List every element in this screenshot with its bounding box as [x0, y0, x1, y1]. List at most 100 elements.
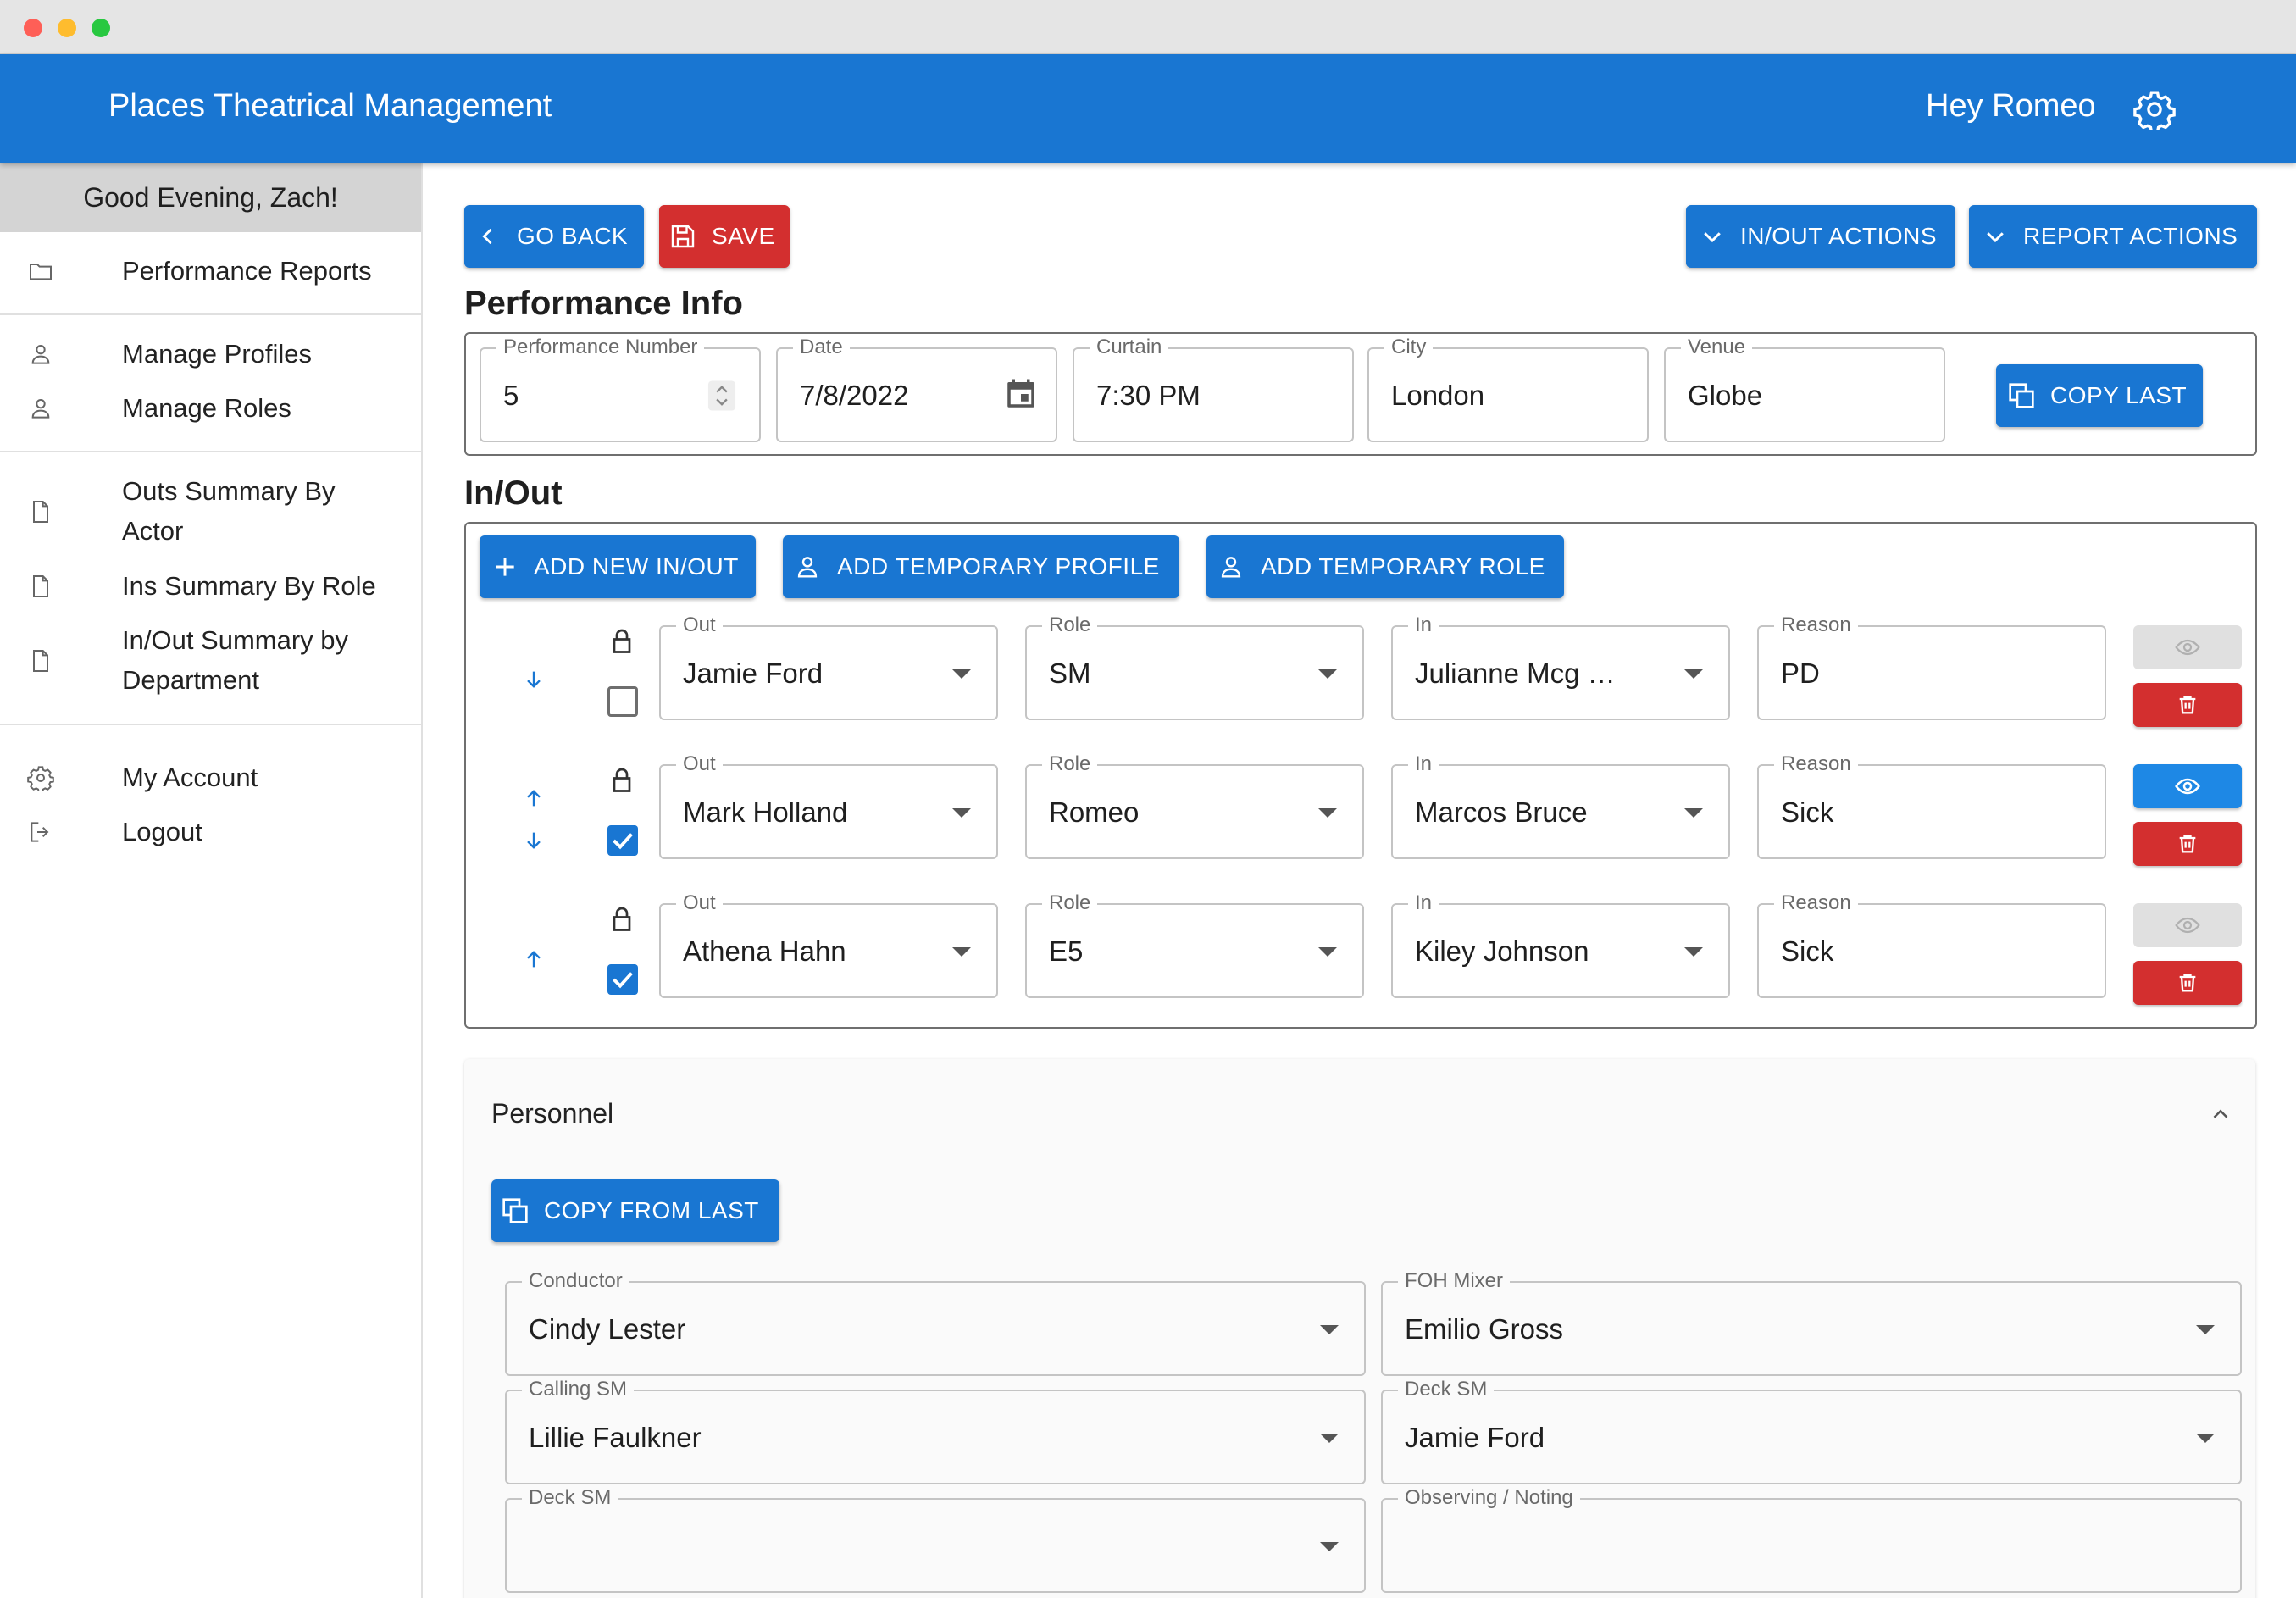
city-field[interactable]: City London	[1367, 336, 1649, 442]
move-up-arrow-icon[interactable]	[522, 947, 546, 971]
row-checkbox[interactable]	[607, 964, 638, 995]
save-button[interactable]: SAVE	[659, 205, 790, 268]
date-field[interactable]: Date 7/8/2022	[776, 336, 1057, 442]
field-label: Curtain	[1090, 336, 1169, 359]
reason-field[interactable]: Reason PD	[1757, 613, 2106, 720]
calling-sm-select[interactable]: Calling SM Lillie Faulkner	[505, 1378, 1366, 1484]
maximize-window-button[interactable]	[92, 19, 110, 37]
sidebar-item-manage-roles[interactable]: Manage Roles	[0, 388, 421, 429]
performance-number-field[interactable]: Performance Number 5	[480, 336, 761, 442]
add-temporary-role-button[interactable]: ADD TEMPORARY ROLE	[1206, 535, 1564, 598]
curtain-value: 7:30 PM	[1096, 380, 1201, 411]
eye-icon	[2175, 639, 2200, 656]
deck-sm-2-select[interactable]: Deck SM	[505, 1486, 1366, 1593]
sidebar-item-label: In/Out Summary by Department	[122, 625, 349, 695]
delete-button[interactable]	[2133, 822, 2242, 866]
in-select[interactable]: In Kiley Johnson	[1391, 891, 1730, 998]
save-label: SAVE	[712, 223, 775, 249]
in-select[interactable]: In Marcos Bruce	[1391, 752, 1730, 859]
calendar-icon[interactable]	[1003, 376, 1039, 412]
observing-noting-field[interactable]: Observing / Noting	[1381, 1486, 2242, 1593]
reason-field[interactable]: Reason Sick	[1757, 891, 2106, 998]
out-select[interactable]: Out Mark Holland	[659, 752, 998, 859]
dropdown-arrow-icon	[1320, 1542, 1339, 1551]
dropdown-arrow-icon	[2196, 1434, 2215, 1443]
dropdown-arrow-icon	[1320, 1325, 1339, 1334]
minimize-window-button[interactable]	[58, 19, 76, 37]
out-select[interactable]: Out Jamie Ford	[659, 613, 998, 720]
chevron-left-icon	[482, 228, 492, 245]
app-window: Places Theatrical Management Hey Romeo G…	[0, 0, 2296, 1598]
sidebar-item-performance-reports[interactable]: Performance Reports	[0, 251, 421, 291]
role-select[interactable]: Role E5	[1025, 891, 1364, 998]
plus-icon	[496, 558, 514, 576]
reason-field[interactable]: Reason Sick	[1757, 752, 2106, 859]
move-down-arrow-icon[interactable]	[522, 829, 546, 852]
lock-icon[interactable]	[607, 764, 637, 795]
sidebar-item-ins-summary[interactable]: Ins Summary By Role	[0, 566, 421, 607]
field-label: Out	[676, 613, 723, 637]
role-select[interactable]: Role Romeo	[1025, 752, 1364, 859]
sidebar-item-label: Manage Roles	[122, 393, 291, 423]
sidebar-item-outs-summary[interactable]: Outs Summary By Actor	[0, 471, 421, 552]
sidebar: Good Evening, Zach! Performance Reports …	[0, 163, 423, 1598]
dropdown-arrow-icon	[1318, 808, 1337, 818]
field-label: Deck SM	[1398, 1378, 1495, 1401]
sidebar-item-label: Manage Profiles	[122, 339, 313, 369]
report-actions-label: REPORT ACTIONS	[2023, 223, 2238, 249]
sidebar-divider	[0, 313, 421, 315]
conductor-select[interactable]: Conductor Cindy Lester	[505, 1269, 1366, 1376]
role-value: Romeo	[1049, 796, 1140, 828]
add-temporary-profile-button[interactable]: ADD TEMPORARY PROFILE	[783, 535, 1179, 598]
view-button[interactable]	[2133, 903, 2242, 947]
field-label: City	[1384, 336, 1434, 359]
dropdown-arrow-icon	[1684, 808, 1703, 818]
view-button[interactable]	[2133, 625, 2242, 669]
role-select[interactable]: Role SM	[1025, 613, 1364, 720]
lock-icon[interactable]	[607, 903, 637, 934]
sidebar-item-label: Outs Summary By Actor	[122, 476, 336, 546]
deck-sm-select[interactable]: Deck SM Jamie Ford	[1381, 1378, 2242, 1484]
inout-title: In/Out	[464, 474, 563, 512]
dropdown-arrow-icon	[952, 669, 971, 679]
copy-last-button[interactable]: COPY LAST	[1996, 364, 2203, 427]
add-new-inout-button[interactable]: ADD NEW IN/OUT	[480, 535, 756, 598]
field-label: Performance Number	[496, 336, 705, 359]
delete-button[interactable]	[2133, 961, 2242, 1005]
move-down-arrow-icon[interactable]	[522, 668, 546, 691]
curtain-field[interactable]: Curtain 7:30 PM	[1073, 336, 1354, 442]
sidebar-item-inout-summary[interactable]: In/Out Summary by Department	[0, 620, 421, 702]
field-label: FOH Mixer	[1398, 1269, 1510, 1293]
lock-icon[interactable]	[607, 625, 637, 656]
sidebar-item-logout[interactable]: Logout	[0, 812, 421, 852]
sidebar-item-my-account[interactable]: My Account	[0, 757, 421, 798]
chevron-up-icon[interactable]	[2208, 1101, 2233, 1127]
sidebar-item-manage-profiles[interactable]: Manage Profiles	[0, 334, 421, 375]
number-stepper-icon[interactable]	[707, 380, 737, 412]
field-label: Role	[1042, 891, 1098, 915]
go-back-label: GO BACK	[517, 223, 629, 249]
foh-mixer-select[interactable]: FOH Mixer Emilio Gross	[1381, 1269, 2242, 1376]
trash-icon	[2179, 696, 2196, 714]
close-window-button[interactable]	[24, 19, 42, 37]
report-actions-button[interactable]: REPORT ACTIONS	[1969, 205, 2257, 268]
row-checkbox[interactable]	[607, 686, 638, 717]
settings-gear-icon[interactable]	[2133, 88, 2176, 130]
in-select[interactable]: In Julianne Mcg …	[1391, 613, 1730, 720]
calling-sm-value: Lillie Faulkner	[529, 1422, 702, 1453]
eye-icon	[2175, 917, 2200, 934]
copy-from-last-button[interactable]: COPY FROM LAST	[491, 1179, 779, 1242]
venue-field[interactable]: Venue Globe	[1664, 336, 1945, 442]
out-select[interactable]: Out Athena Hahn	[659, 891, 998, 998]
document-icon	[33, 501, 48, 523]
view-button[interactable]	[2133, 764, 2242, 808]
go-back-button[interactable]: GO BACK	[464, 205, 644, 268]
save-icon	[671, 225, 695, 248]
row-checkbox[interactable]	[607, 825, 638, 856]
deck-sm-value: Jamie Ford	[1405, 1422, 1545, 1453]
move-up-arrow-icon[interactable]	[522, 786, 546, 810]
personnel-title[interactable]: Personnel	[491, 1098, 613, 1129]
sidebar-divider	[0, 724, 421, 725]
delete-button[interactable]	[2133, 683, 2242, 727]
inout-actions-button[interactable]: IN/OUT ACTIONS	[1686, 205, 1955, 268]
